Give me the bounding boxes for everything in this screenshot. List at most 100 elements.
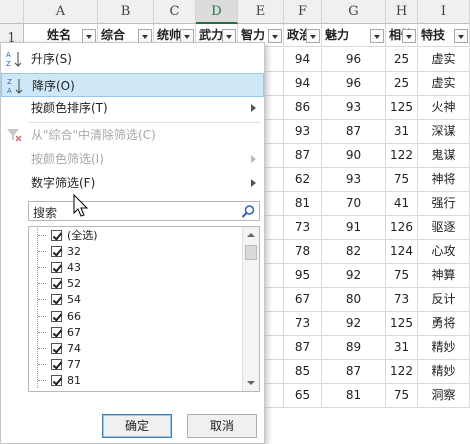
header-cell-affinity[interactable]: 相性 [386, 24, 418, 47]
table-cell[interactable]: 67 [284, 288, 322, 312]
table-cell[interactable]: 124 [386, 240, 418, 264]
column-header-g[interactable]: G [322, 0, 386, 24]
table-cell[interactable]: 勇将 [418, 312, 470, 336]
checkbox-checked-icon[interactable] [51, 230, 62, 241]
table-cell[interactable]: 122 [386, 144, 418, 168]
table-cell[interactable]: 洞察 [418, 384, 470, 408]
table-cell[interactable]: 92 [322, 264, 386, 288]
filter-value-item[interactable]: 54 [29, 292, 241, 308]
number-filter-item[interactable]: 数字筛选(F) [1, 171, 264, 195]
filter-dropdown-button[interactable] [222, 29, 236, 43]
checkbox-checked-icon[interactable] [51, 262, 62, 274]
sort-descending-item[interactable]: Z A 降序(O) [1, 73, 264, 97]
table-cell[interactable]: 75 [386, 168, 418, 192]
table-cell[interactable]: 87 [322, 120, 386, 144]
header-cell-skill[interactable]: 特技 [418, 24, 470, 47]
checkbox-checked-icon[interactable] [51, 246, 62, 258]
table-cell[interactable]: 92 [322, 312, 386, 336]
search-icon[interactable] [241, 204, 256, 219]
table-cell[interactable]: 心攻 [418, 240, 470, 264]
table-cell[interactable]: 75 [386, 264, 418, 288]
table-cell[interactable]: 25 [386, 48, 418, 72]
column-header-a[interactable]: A [24, 0, 98, 24]
autofilter-dropdown[interactable]: A Z 升序(S) Z A 降序(O) 按颜色排序(T) 从"综合"中清除筛选(… [0, 42, 265, 444]
checkbox-checked-icon[interactable] [51, 326, 62, 338]
table-cell[interactable]: 122 [386, 360, 418, 384]
table-cell[interactable]: 73 [284, 312, 322, 336]
filter-dropdown-button[interactable] [180, 29, 194, 43]
table-cell[interactable]: 70 [322, 192, 386, 216]
table-cell[interactable]: 87 [284, 336, 322, 360]
filter-value-item[interactable]: 77 [29, 356, 241, 372]
list-scrollbar[interactable] [242, 227, 259, 391]
scroll-down-icon[interactable] [247, 381, 255, 385]
filter-dropdown-button[interactable] [454, 29, 468, 43]
filter-dropdown-button[interactable] [268, 29, 282, 43]
filter-dropdown-button[interactable] [138, 29, 152, 43]
checkbox-checked-icon[interactable] [51, 310, 62, 322]
table-cell[interactable]: 驱逐 [418, 216, 470, 240]
table-cell[interactable]: 73 [386, 288, 418, 312]
table-cell[interactable]: 126 [386, 216, 418, 240]
table-cell[interactable]: 94 [284, 72, 322, 96]
column-header-e[interactable]: E [238, 0, 284, 24]
header-cell-politics[interactable]: 政治 [284, 24, 322, 47]
table-cell[interactable]: 81 [284, 192, 322, 216]
filter-dropdown-button[interactable] [82, 29, 96, 43]
filter-value-item[interactable]: 67 [29, 324, 241, 340]
table-cell[interactable]: 强行 [418, 192, 470, 216]
table-cell[interactable]: 31 [386, 336, 418, 360]
table-cell[interactable]: 反计 [418, 288, 470, 312]
table-cell[interactable]: 鬼谋 [418, 144, 470, 168]
table-cell[interactable]: 73 [284, 216, 322, 240]
filter-dropdown-button[interactable] [370, 29, 384, 43]
header-cell-charisma[interactable]: 魅力 [322, 24, 386, 47]
table-cell[interactable]: 96 [322, 72, 386, 96]
table-cell[interactable]: 65 [284, 384, 322, 408]
table-cell[interactable]: 125 [386, 96, 418, 120]
table-cell[interactable]: 81 [322, 384, 386, 408]
table-cell[interactable]: 精妙 [418, 360, 470, 384]
column-header-f[interactable]: F [284, 0, 322, 24]
checkbox-checked-icon[interactable] [51, 358, 62, 370]
table-cell[interactable]: 火神 [418, 96, 470, 120]
column-header-d[interactable]: D [196, 0, 238, 24]
filter-value-item[interactable]: 43 [29, 260, 241, 276]
table-cell[interactable]: 86 [284, 96, 322, 120]
table-cell[interactable]: 75 [386, 384, 418, 408]
table-cell[interactable]: 41 [386, 192, 418, 216]
table-cell[interactable]: 31 [386, 120, 418, 144]
table-cell[interactable]: 125 [386, 312, 418, 336]
table-cell[interactable]: 93 [284, 120, 322, 144]
table-cell[interactable]: 96 [322, 48, 386, 72]
column-header-h[interactable]: H [386, 0, 418, 24]
cancel-button[interactable]: 取消 [187, 414, 257, 438]
table-cell[interactable]: 深谋 [418, 120, 470, 144]
sort-ascending-item[interactable]: A Z 升序(S) [1, 47, 264, 71]
sort-by-color-item[interactable]: 按颜色排序(T) [1, 96, 264, 120]
table-cell[interactable]: 87 [322, 360, 386, 384]
filter-value-item[interactable]: (全选) [29, 228, 241, 243]
table-cell[interactable]: 神算 [418, 264, 470, 288]
column-header-c[interactable]: C [154, 0, 196, 24]
table-cell[interactable]: 78 [284, 240, 322, 264]
table-cell[interactable]: 虚实 [418, 72, 470, 96]
filter-values-list[interactable]: (全选) 32 43 52 54 66 67 74 77 81 [28, 226, 260, 392]
table-cell[interactable]: 精妙 [418, 336, 470, 360]
table-cell[interactable]: 神将 [418, 168, 470, 192]
table-cell[interactable]: 90 [322, 144, 386, 168]
table-cell[interactable]: 94 [284, 48, 322, 72]
filter-value-item[interactable]: 74 [29, 340, 241, 356]
table-cell[interactable]: 25 [386, 72, 418, 96]
filter-value-item[interactable]: 66 [29, 308, 241, 324]
table-cell[interactable]: 93 [322, 96, 386, 120]
table-cell[interactable]: 虚实 [418, 48, 470, 72]
column-header-i[interactable]: I [418, 0, 470, 24]
checkbox-checked-icon[interactable] [51, 342, 62, 354]
table-cell[interactable]: 89 [322, 336, 386, 360]
column-header-b[interactable]: B [98, 0, 154, 24]
checkbox-checked-icon[interactable] [51, 374, 62, 386]
table-cell[interactable]: 82 [322, 240, 386, 264]
scroll-up-icon[interactable] [247, 233, 255, 237]
scroll-thumb[interactable] [245, 245, 257, 260]
